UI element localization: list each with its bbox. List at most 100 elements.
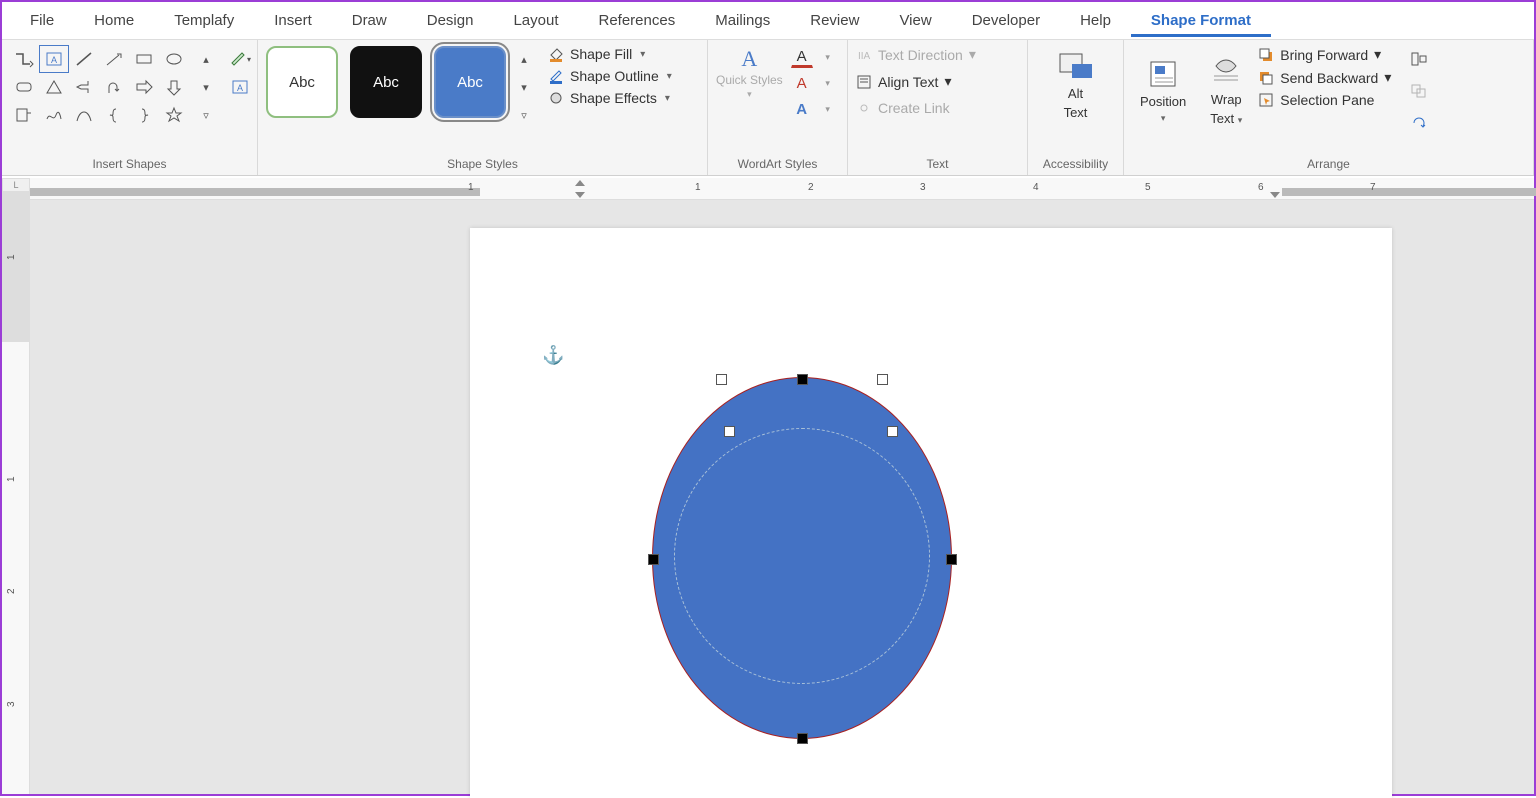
tab-references[interactable]: References (579, 4, 696, 37)
tab-layout[interactable]: Layout (493, 4, 578, 37)
document-workspace: L 1 1 2 3 4 5 6 7 1 1 2 3 ⚓ (2, 178, 1534, 794)
selection-pane-icon (1258, 92, 1274, 108)
shape-flowchart-icon[interactable] (10, 102, 38, 128)
shape-effects-label: Shape Effects (570, 90, 657, 106)
tab-mailings[interactable]: Mailings (695, 4, 790, 37)
rotate-objects-button[interactable] (1405, 110, 1433, 136)
edit-vertex-bottom[interactable] (797, 733, 808, 744)
shape-fill-button[interactable]: Shape Fill▾ (548, 46, 672, 62)
oval-edit-outline (674, 428, 930, 684)
edit-shape-button[interactable]: ▾ (226, 46, 254, 72)
shape-left-brace-icon[interactable] (100, 102, 128, 128)
group-label-text: Text (856, 155, 1019, 171)
shape-freeform-icon[interactable] (40, 102, 68, 128)
shapes-gallery[interactable]: A (10, 46, 188, 128)
shape-line-icon[interactable] (70, 46, 98, 72)
text-direction-button[interactable]: IIA Text Direction▾ (856, 46, 1019, 63)
shape-back-arrow-icon[interactable] (70, 74, 98, 100)
shape-uturn-arrow-icon[interactable] (100, 74, 128, 100)
ruler-corner: L (2, 178, 30, 192)
create-link-label: Create Link (878, 100, 950, 116)
text-effects-icon[interactable]: A (791, 98, 813, 120)
tab-templafy[interactable]: Templafy (154, 4, 254, 37)
styles-scroll-down-icon[interactable]: ▾ (510, 74, 538, 100)
shape-star-icon[interactable] (160, 102, 188, 128)
tab-design[interactable]: Design (407, 4, 494, 37)
text-effects-dropdown-icon[interactable]: ▾ (817, 98, 839, 120)
edit-handle-top-right[interactable] (877, 374, 888, 385)
tab-view[interactable]: View (879, 4, 951, 37)
style-preview-2[interactable]: Abc (350, 46, 422, 118)
create-link-button: Create Link (856, 100, 1019, 116)
link-icon (856, 100, 872, 116)
shape-outline-button[interactable]: Shape Outline▾ (548, 68, 672, 84)
ribbon: A ▴ ▾ ▿ (2, 40, 1534, 176)
svg-text:A: A (237, 83, 243, 93)
edit-handle-mid-left[interactable] (724, 426, 735, 437)
pencil-outline-icon (548, 68, 564, 84)
shapes-scroll-down-icon[interactable]: ▾ (192, 74, 220, 100)
shape-arrow-line-icon[interactable] (100, 46, 128, 72)
shape-curve-icon[interactable] (70, 102, 98, 128)
shape-effects-button[interactable]: Shape Effects▾ (548, 90, 672, 106)
group-label-shape-styles: Shape Styles (266, 155, 699, 171)
draw-text-box-button[interactable]: A (226, 74, 254, 100)
send-backward-button[interactable]: Send Backward▾ (1258, 69, 1391, 86)
tab-insert[interactable]: Insert (254, 4, 332, 37)
alt-text-icon (1058, 50, 1094, 82)
text-fill-dropdown-icon[interactable]: ▾ (817, 46, 839, 68)
text-outline-dropdown-icon[interactable]: ▾ (817, 72, 839, 94)
wordart-quick-styles-icon[interactable]: A (741, 46, 757, 72)
group-accessibility: Alt Text Accessibility (1028, 40, 1124, 175)
align-text-button[interactable]: Align Text▾ (856, 73, 1019, 90)
shape-elbow-connector-icon[interactable] (10, 46, 38, 72)
shape-rectangle-icon[interactable] (130, 46, 158, 72)
edit-vertex-top[interactable] (797, 374, 808, 385)
edit-vertex-left[interactable] (648, 554, 659, 565)
group-label-arrange: Arrange (1132, 155, 1525, 171)
svg-text:A: A (51, 55, 57, 65)
align-text-label: Align Text (878, 74, 938, 90)
edit-handle-top-left[interactable] (716, 374, 727, 385)
text-fill-icon[interactable]: A (791, 46, 813, 68)
selection-pane-button[interactable]: Selection Pane (1258, 92, 1391, 108)
shape-oval-icon[interactable] (160, 46, 188, 72)
group-objects-button[interactable] (1405, 78, 1433, 104)
text-outline-icon[interactable]: A (791, 72, 813, 94)
wrap-text-button[interactable]: Wrap Text ▾ (1202, 46, 1250, 136)
vertical-ruler[interactable]: 1 1 2 3 (2, 192, 30, 794)
quick-styles-label: Quick Styles (716, 74, 783, 87)
group-label-accessibility: Accessibility (1036, 155, 1115, 171)
shapes-more-icon[interactable]: ▿ (192, 102, 220, 128)
styles-scroll-up-icon[interactable]: ▴ (510, 46, 538, 72)
shape-down-arrow-icon[interactable] (160, 74, 188, 100)
shape-text-box-icon[interactable]: A (40, 46, 68, 72)
style-preview-3[interactable]: Abc (434, 46, 506, 118)
tab-draw[interactable]: Draw (332, 4, 407, 37)
style-preview-1[interactable]: Abc (266, 46, 338, 118)
shape-style-gallery[interactable]: Abc Abc Abc (266, 46, 506, 118)
position-button[interactable]: Position ▾ (1132, 46, 1194, 136)
shape-right-arrow-icon[interactable] (130, 74, 158, 100)
tab-review[interactable]: Review (790, 4, 879, 37)
tab-shape-format[interactable]: Shape Format (1131, 4, 1271, 37)
tab-file[interactable]: File (10, 4, 74, 37)
styles-more-icon[interactable]: ▿ (510, 102, 538, 128)
align-objects-button[interactable] (1405, 46, 1433, 72)
shape-triangle-icon[interactable] (40, 74, 68, 100)
edit-vertex-right[interactable] (946, 554, 957, 565)
effects-icon (548, 90, 564, 106)
alt-text-button[interactable]: Alt Text (1036, 46, 1115, 124)
shape-rounded-rect-icon[interactable] (10, 74, 38, 100)
shape-right-brace-icon[interactable] (130, 102, 158, 128)
text-direction-icon: IIA (856, 47, 872, 63)
tab-developer[interactable]: Developer (952, 4, 1060, 37)
bring-forward-button[interactable]: Bring Forward▾ (1258, 46, 1391, 63)
tab-help[interactable]: Help (1060, 4, 1131, 37)
horizontal-ruler[interactable]: 1 1 2 3 4 5 6 7 (30, 178, 1534, 200)
tab-home[interactable]: Home (74, 4, 154, 37)
bring-forward-icon (1258, 47, 1274, 63)
edit-handle-mid-right[interactable] (887, 426, 898, 437)
wrap-text-icon (1210, 56, 1242, 88)
shapes-scroll-up-icon[interactable]: ▴ (192, 46, 220, 72)
